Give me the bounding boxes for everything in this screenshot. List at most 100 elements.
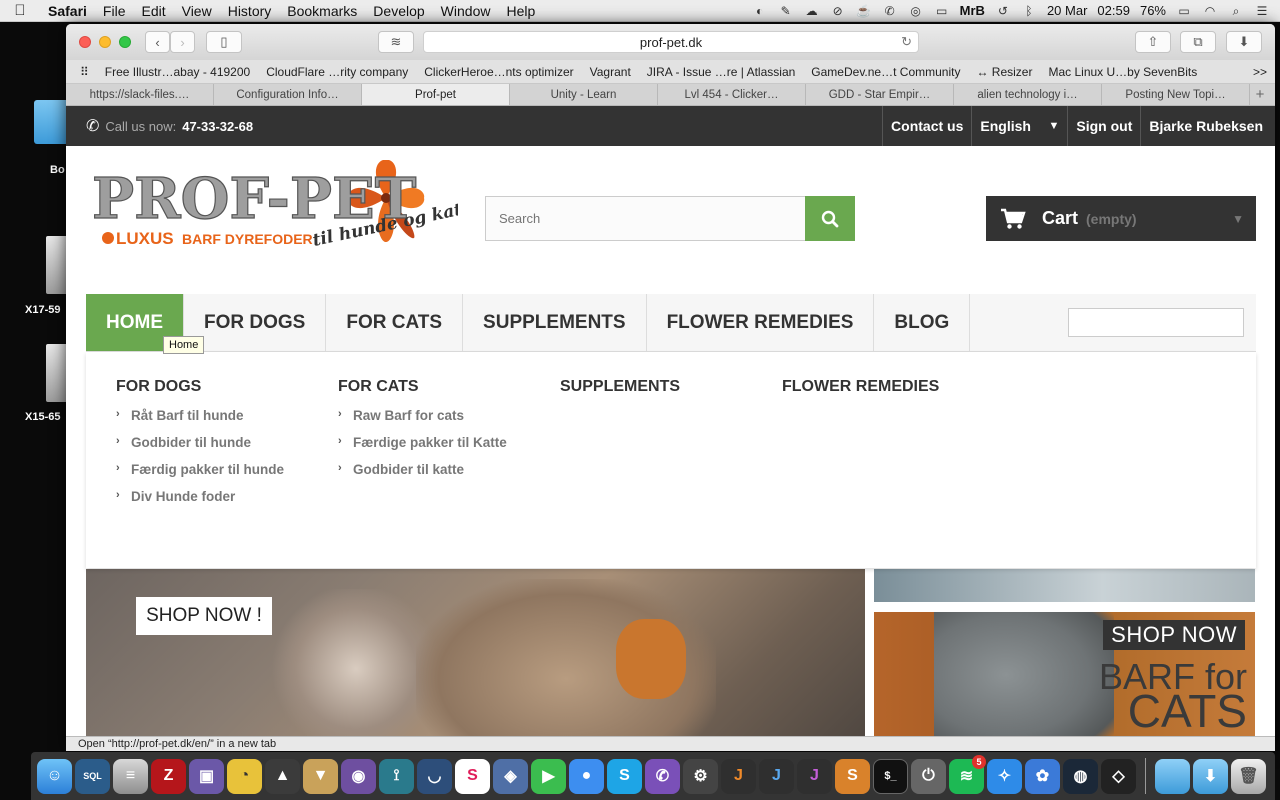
app-store-icon[interactable]: ✿ bbox=[1025, 758, 1060, 794]
menu-develop[interactable]: Develop bbox=[365, 3, 432, 19]
browser-tab[interactable]: https://slack-files.… bbox=[66, 84, 214, 105]
menu-heading-dogs[interactable]: FOR DOGS bbox=[116, 378, 284, 396]
battery-percent[interactable]: 76% bbox=[1140, 3, 1166, 18]
nav-for-cats[interactable]: FOR CATS bbox=[326, 294, 464, 351]
nav-blog[interactable]: BLOG bbox=[874, 294, 971, 351]
safari-compass-icon[interactable]: ✧ bbox=[987, 758, 1022, 794]
menu-link[interactable]: › Godbider til katte bbox=[338, 462, 507, 489]
reader-layers-icon[interactable]: ≋ bbox=[378, 31, 414, 53]
zoom-window-button[interactable] bbox=[119, 36, 131, 48]
chat-bubble-app-icon[interactable]: ◡ bbox=[417, 758, 452, 794]
menu-view[interactable]: View bbox=[174, 3, 220, 19]
menu-bookmarks[interactable]: Bookmarks bbox=[279, 3, 365, 19]
browser-tab[interactable]: GDD - Star Empir… bbox=[806, 84, 954, 105]
facetime-icon[interactable]: ▶ bbox=[531, 758, 566, 794]
menu-link[interactable]: › Færdig pakker til hunde bbox=[116, 462, 284, 489]
menu-heading-cats[interactable]: FOR CATS bbox=[338, 378, 507, 396]
promo-banner-cats[interactable]: SHOP NOW BARF for CATS bbox=[874, 612, 1255, 736]
jetbrains-app-icon[interactable]: J bbox=[759, 758, 794, 794]
settings-gear-icon[interactable]: ⚙ bbox=[683, 758, 718, 794]
status-app-icon[interactable]: ⊘ bbox=[830, 4, 846, 18]
filezilla-icon[interactable]: Z bbox=[151, 758, 186, 794]
mysql-workbench-icon[interactable]: SQL bbox=[75, 758, 110, 794]
menu-window[interactable]: Window bbox=[433, 3, 499, 19]
promo-banner-top[interactable] bbox=[874, 569, 1255, 602]
terminal-icon[interactable]: $_ bbox=[873, 758, 908, 794]
search-button[interactable] bbox=[805, 196, 855, 241]
database-app-icon[interactable]: ≡ bbox=[113, 758, 148, 794]
sublime-text-icon[interactable]: S bbox=[835, 758, 870, 794]
spotify-icon[interactable]: ≋ 5 bbox=[949, 754, 986, 794]
menu-history[interactable]: History bbox=[220, 3, 280, 19]
rocket-app-icon[interactable]: ▲ bbox=[265, 758, 300, 794]
github-desktop-icon[interactable]: ◉ bbox=[341, 758, 376, 794]
status-viber-icon[interactable]: ✆ bbox=[882, 4, 898, 18]
share-icon[interactable]: ⇧ bbox=[1135, 31, 1171, 53]
status-date[interactable]: 20 Mar bbox=[1047, 3, 1087, 18]
bookmark-item[interactable]: Free Illustr…abay - 419200 bbox=[97, 65, 258, 79]
nav-supplements[interactable]: SUPPLEMENTS bbox=[463, 294, 647, 351]
transmit-truck-icon[interactable]: ▣ bbox=[189, 758, 224, 794]
tabs-overview-icon[interactable]: ⧉ bbox=[1180, 31, 1216, 53]
forward-button[interactable]: › bbox=[170, 31, 195, 53]
sourcetree-icon[interactable]: ⟟ bbox=[379, 758, 414, 794]
viber-icon[interactable]: ✆ bbox=[645, 758, 680, 794]
menu-heading-flower-remedies[interactable]: FLOWER REMEDIES bbox=[782, 378, 939, 396]
airplay-icon[interactable]: ▭ bbox=[934, 4, 950, 18]
browser-tab[interactable]: alien technology i… bbox=[954, 84, 1102, 105]
minimize-window-button[interactable] bbox=[99, 36, 111, 48]
top-sites-grid-icon[interactable]: ⠿ bbox=[66, 65, 97, 79]
battery-icon[interactable]: ▭ bbox=[1176, 4, 1192, 18]
menu-link[interactable]: › Raw Barf for cats bbox=[338, 408, 507, 435]
sidebar-toggle-icon[interactable]: ▯ bbox=[206, 31, 242, 53]
reload-icon[interactable]: ↻ bbox=[901, 34, 912, 50]
browser-tab[interactable]: Configuration Info… bbox=[214, 84, 362, 105]
browser-tab[interactable]: Unity - Learn bbox=[510, 84, 658, 105]
nav-for-dogs[interactable]: FOR DOGS bbox=[184, 294, 327, 351]
back-button[interactable]: ‹ bbox=[145, 31, 170, 53]
status-user[interactable]: MrB bbox=[960, 3, 985, 18]
cart-button[interactable]: Cart (empty) ▼ bbox=[986, 196, 1256, 241]
menu-edit[interactable]: Edit bbox=[133, 3, 173, 19]
preview-app-icon[interactable]: ◈ bbox=[493, 758, 528, 794]
menu-link[interactable]: › Div Hunde foder bbox=[116, 489, 284, 516]
downloads-icon[interactable]: ⬇ bbox=[1226, 31, 1262, 53]
bluetooth-icon[interactable]: ᛒ bbox=[1021, 4, 1037, 18]
search-input[interactable] bbox=[485, 196, 805, 241]
nav-flower-remedies[interactable]: FLOWER REMEDIES bbox=[647, 294, 875, 351]
status-time[interactable]: 02:59 bbox=[1097, 3, 1130, 18]
menu-file[interactable]: File bbox=[95, 3, 134, 19]
sign-out-link[interactable]: Sign out bbox=[1067, 106, 1140, 146]
address-bar[interactable]: prof-pet.dk ↻ bbox=[423, 31, 919, 53]
jetbrains-app-icon[interactable]: J bbox=[721, 758, 756, 794]
status-app-icon[interactable]: ✎ bbox=[778, 4, 794, 18]
apple-menu-icon[interactable]:  bbox=[0, 2, 40, 19]
status-cup-icon[interactable]: ☕ bbox=[856, 4, 872, 18]
nav-search-input[interactable] bbox=[1068, 308, 1244, 337]
bookmark-item[interactable]: GameDev.ne…t Community bbox=[803, 65, 968, 79]
browser-tab[interactable]: Posting New Topi… bbox=[1102, 84, 1250, 105]
status-app-icon[interactable]: ◐ bbox=[752, 4, 768, 18]
slack-icon[interactable]: S bbox=[455, 758, 490, 794]
bookmark-item[interactable]: ↔ Resizer bbox=[968, 65, 1040, 79]
notification-center-icon[interactable]: ☰ bbox=[1254, 4, 1270, 18]
downloads-folder-icon[interactable]: ⬇ bbox=[1193, 758, 1228, 794]
contact-us-link[interactable]: Contact us bbox=[882, 106, 971, 146]
jetbrains-app-icon[interactable]: J bbox=[797, 758, 832, 794]
spotlight-search-icon[interactable]: ⌕ bbox=[1228, 4, 1244, 18]
browser-tab-active[interactable]: Prof-pet bbox=[362, 84, 510, 105]
bookmarks-overflow-button[interactable]: >> bbox=[1245, 65, 1275, 79]
site-logo[interactable]: PROF-PET LUXUS BARF DYREFODER til hunde … bbox=[86, 159, 482, 256]
menu-heading-supplements[interactable]: SUPPLEMENTS bbox=[560, 378, 680, 396]
icecream-app-icon[interactable]: ▼ bbox=[303, 758, 338, 794]
desktop-folder[interactable] bbox=[34, 100, 70, 144]
close-window-button[interactable] bbox=[79, 36, 91, 48]
menu-link[interactable]: › Råt Barf til hunde bbox=[116, 408, 284, 435]
bookmark-item[interactable]: ClickerHeroe…nts optimizer bbox=[416, 65, 581, 79]
wifi-icon[interactable]: ◠ bbox=[1202, 4, 1218, 18]
folder-icon[interactable] bbox=[1155, 758, 1190, 794]
status-cloud-icon[interactable]: ☁ bbox=[804, 4, 820, 18]
bookmark-item[interactable]: Vagrant bbox=[582, 65, 639, 79]
finder-icon[interactable]: ☺ bbox=[37, 758, 72, 794]
bookmark-item[interactable]: CloudFlare …rity company bbox=[258, 65, 416, 79]
